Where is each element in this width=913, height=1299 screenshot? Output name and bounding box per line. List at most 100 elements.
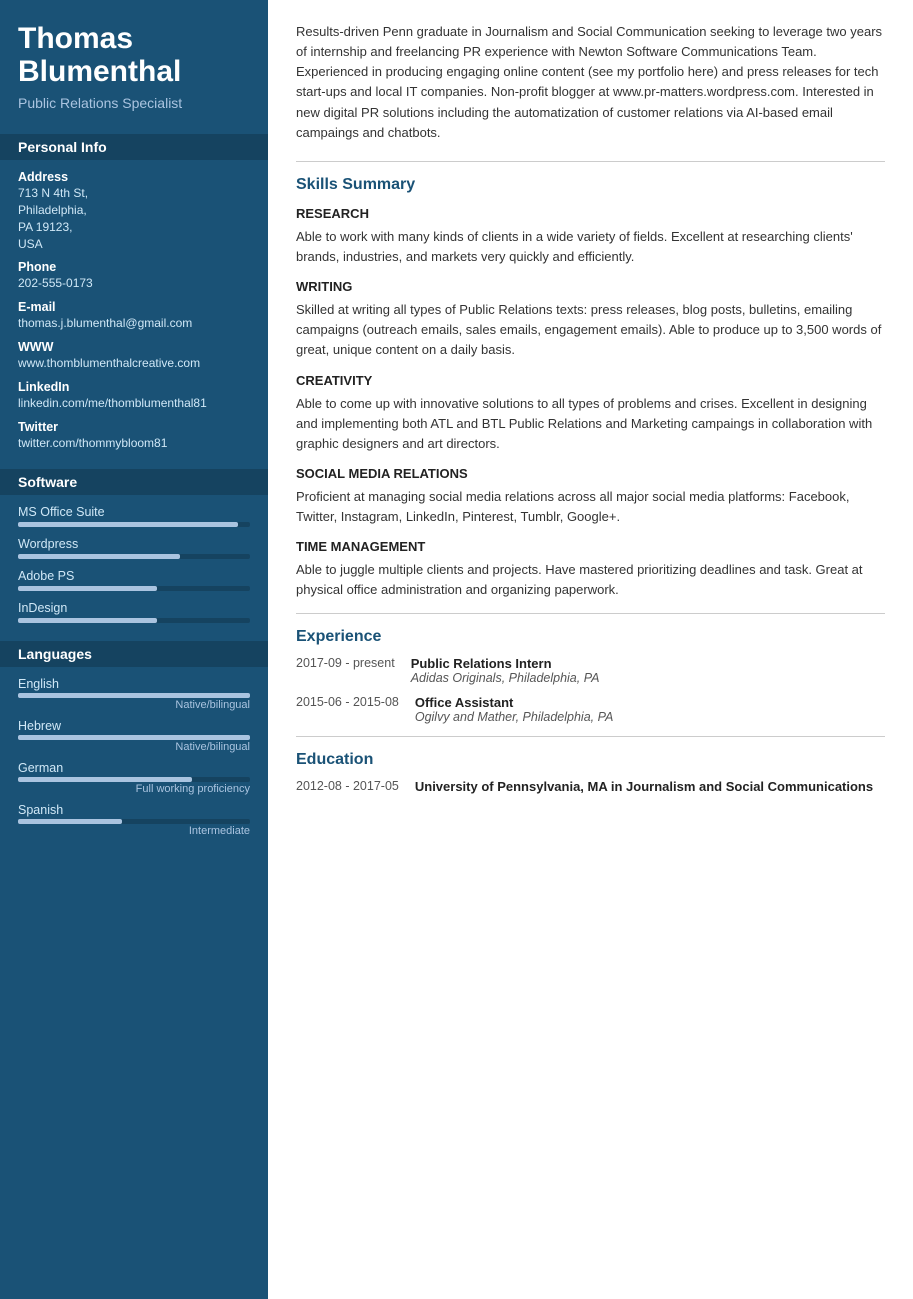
personal-info-item: Address713 N 4th St,Philadelphia,PA 1912… [18,170,250,252]
languages-header: Languages [0,641,268,667]
personal-info-value: thomas.j.blumenthal@gmail.com [18,315,250,332]
software-item: MS Office Suite [18,505,250,527]
language-item: English Native/bilingual [18,677,250,711]
personal-info-value: www.thomblumenthalcreative.com [18,355,250,372]
summary-text: Results-driven Penn graduate in Journali… [296,22,885,143]
experience-detail: Public Relations Intern Adidas Originals… [411,656,600,685]
software-bar-bg [18,618,250,623]
personal-info-item: Twittertwitter.com/thommybloom81 [18,420,250,452]
personal-info-value: linkedin.com/me/thomblumenthal81 [18,395,250,412]
divider-1 [296,161,885,162]
skill-section: TIME MANAGEMENT Able to juggle multiple … [296,539,885,600]
education-title-text: University of Pennsylvania, MA in Journa… [415,779,873,794]
candidate-name: Thomas Blumenthal [18,22,250,88]
skill-title: WRITING [296,279,885,294]
languages-section: Languages English Native/bilingual Hebre… [18,641,250,837]
personal-info-item: LinkedInlinkedin.com/me/thomblumenthal81 [18,380,250,412]
software-item: InDesign [18,601,250,623]
language-bar-fill [18,819,122,824]
language-level: Full working proficiency [18,783,250,795]
personal-info-item: Phone202-555-0173 [18,260,250,292]
language-bar-fill [18,735,250,740]
education-title: Education [296,751,885,769]
skills-summary-title: Skills Summary [296,176,885,194]
experience-company: Ogilvy and Mather, Philadelphia, PA [415,710,614,724]
software-name: Adobe PS [18,569,250,583]
software-section: Software MS Office Suite Wordpress Adobe… [18,469,250,623]
skill-section: WRITING Skilled at writing all types of … [296,279,885,360]
divider-3 [296,736,885,737]
language-bar-fill [18,693,250,698]
language-level: Native/bilingual [18,741,250,753]
language-bar-bg [18,819,250,824]
personal-info-fields: Address713 N 4th St,Philadelphia,PA 1912… [18,170,250,451]
software-name: MS Office Suite [18,505,250,519]
experience-row: 2015-06 - 2015-08 Office Assistant Ogilv… [296,695,885,724]
experience-title: Experience [296,628,885,646]
software-item: Wordpress [18,537,250,559]
language-name: English [18,677,250,691]
language-bar-bg [18,735,250,740]
personal-info-label: Phone [18,260,250,274]
personal-info-label: E-mail [18,300,250,314]
software-bar-bg [18,586,250,591]
personal-info-item: WWWwww.thomblumenthalcreative.com [18,340,250,372]
skill-section: RESEARCH Able to work with many kinds of… [296,206,885,267]
software-bar-bg [18,554,250,559]
skills-list: RESEARCH Able to work with many kinds of… [296,206,885,601]
experience-date: 2015-06 - 2015-08 [296,695,399,724]
skill-desc: Able to work with many kinds of clients … [296,227,885,267]
experience-row: 2017-09 - present Public Relations Inter… [296,656,885,685]
experience-detail: Office Assistant Ogilvy and Mather, Phil… [415,695,614,724]
experience-title-text: Office Assistant [415,695,614,710]
skill-desc: Proficient at managing social media rela… [296,487,885,527]
skill-desc: Able to juggle multiple clients and proj… [296,560,885,600]
skill-title: TIME MANAGEMENT [296,539,885,554]
personal-info-section: Personal Info Address713 N 4th St,Philad… [18,134,250,451]
software-name: InDesign [18,601,250,615]
skill-desc: Able to come up with innovative solution… [296,394,885,454]
software-bar-bg [18,522,250,527]
personal-info-header: Personal Info [0,134,268,160]
software-bar-fill [18,586,157,591]
skill-section: SOCIAL MEDIA RELATIONS Proficient at man… [296,466,885,527]
skill-title: CREATIVITY [296,373,885,388]
language-items: English Native/bilingual Hebrew Native/b… [18,677,250,837]
software-bar-fill [18,618,157,623]
language-item: German Full working proficiency [18,761,250,795]
experience-company: Adidas Originals, Philadelphia, PA [411,671,600,685]
language-bar-bg [18,693,250,698]
software-item: Adobe PS [18,569,250,591]
personal-info-value: 202-555-0173 [18,275,250,292]
divider-2 [296,613,885,614]
personal-info-label: Twitter [18,420,250,434]
personal-info-label: WWW [18,340,250,354]
language-item: Spanish Intermediate [18,803,250,837]
skill-title: SOCIAL MEDIA RELATIONS [296,466,885,481]
language-name: German [18,761,250,775]
software-items: MS Office Suite Wordpress Adobe PS InDes… [18,505,250,623]
skill-title: RESEARCH [296,206,885,221]
personal-info-value: 713 N 4th St,Philadelphia,PA 19123,USA [18,185,250,252]
language-level: Intermediate [18,825,250,837]
skill-desc: Skilled at writing all types of Public R… [296,300,885,360]
language-bar-fill [18,777,192,782]
candidate-title: Public Relations Specialist [18,94,250,112]
experience-date: 2017-09 - present [296,656,395,685]
experience-list: 2017-09 - present Public Relations Inter… [296,656,885,724]
software-bar-fill [18,522,238,527]
page: Thomas Blumenthal Public Relations Speci… [0,0,913,1299]
language-item: Hebrew Native/bilingual [18,719,250,753]
education-list: 2012-08 - 2017-05 University of Pennsylv… [296,779,885,794]
education-row: 2012-08 - 2017-05 University of Pennsylv… [296,779,885,794]
language-bar-bg [18,777,250,782]
language-level: Native/bilingual [18,699,250,711]
skill-section: CREATIVITY Able to come up with innovati… [296,373,885,454]
sidebar: Thomas Blumenthal Public Relations Speci… [0,0,268,1299]
language-name: Spanish [18,803,250,817]
software-name: Wordpress [18,537,250,551]
personal-info-label: Address [18,170,250,184]
personal-info-value: twitter.com/thommybloom81 [18,435,250,452]
main-content: Results-driven Penn graduate in Journali… [268,0,913,1299]
education-date: 2012-08 - 2017-05 [296,779,399,794]
